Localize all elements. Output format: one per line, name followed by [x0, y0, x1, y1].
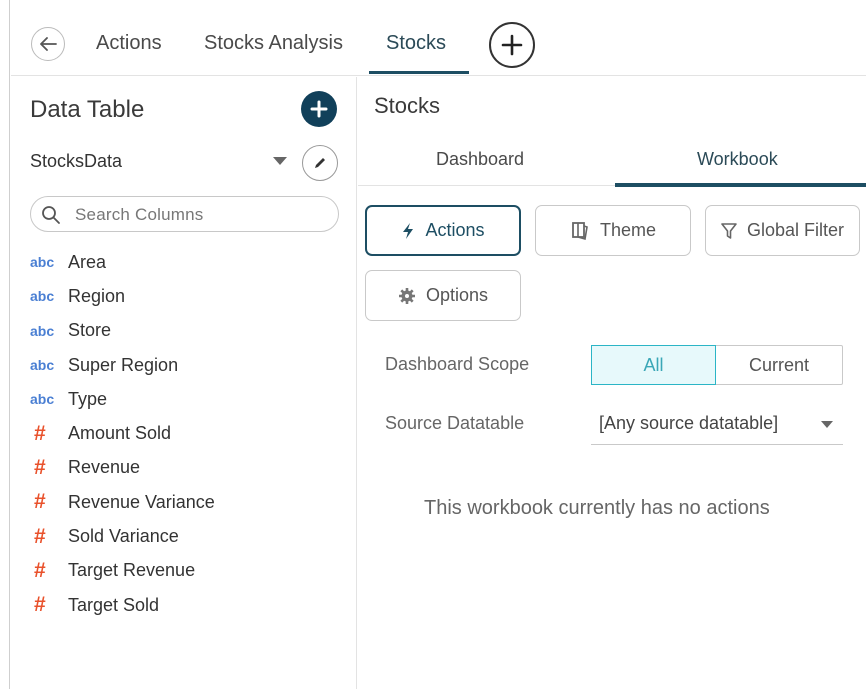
arrow-left-icon — [40, 37, 57, 51]
text-type-icon: abc — [30, 391, 55, 408]
list-item[interactable]: abc Region — [30, 279, 215, 313]
dataset-selector[interactable]: StocksData — [30, 151, 122, 172]
text-type-icon: abc — [30, 254, 55, 271]
list-item[interactable]: abc Store — [30, 314, 215, 348]
tab-dashboard[interactable]: Dashboard — [436, 149, 524, 170]
lightning-icon — [403, 222, 414, 239]
active-tab-indicator — [369, 71, 469, 74]
global-filter-button-label: Global Filter — [746, 220, 845, 240]
tab-stocks[interactable]: Stocks — [386, 32, 446, 55]
column-label: Sold Variance — [68, 526, 179, 547]
number-type-icon: # — [34, 455, 46, 479]
source-datatable-label: Source Datatable — [385, 413, 525, 433]
column-label: Revenue Variance — [68, 491, 215, 512]
window-left-strip — [0, 0, 10, 689]
tab-workbook[interactable]: Workbook — [697, 149, 778, 170]
add-tab-button[interactable] — [489, 22, 535, 68]
theme-button-label: Theme — [599, 220, 657, 240]
list-item[interactable]: abc Type — [30, 382, 215, 416]
number-type-icon: # — [34, 524, 46, 548]
page-title: Stocks — [374, 93, 441, 118]
tab-stocks-analysis[interactable]: Stocks Analysis — [204, 32, 343, 55]
list-item[interactable]: # Target Revenue — [30, 554, 215, 588]
workbook-settings-panel: Stocks Dashboard Workbook Actions Theme … — [358, 77, 866, 689]
add-data-table-button[interactable] — [301, 91, 337, 127]
column-label: Area — [68, 251, 107, 272]
pencil-icon — [315, 158, 325, 168]
global-filter-button[interactable]: Global Filter — [705, 205, 860, 256]
search-columns-input[interactable]: Search Columns — [30, 196, 339, 232]
window-top-strip — [0, 0, 866, 14]
top-tab-bar: Actions Stocks Analysis Stocks — [11, 14, 866, 76]
chevron-down-icon — [821, 421, 833, 428]
column-label: Amount Sold — [68, 423, 172, 444]
text-type-icon: abc — [30, 357, 55, 374]
number-type-icon: # — [34, 593, 46, 617]
column-list: abc Area abc Region abc Store abc Super Regi… — [30, 245, 215, 622]
source-datatable-select[interactable]: [Any source datatable] — [591, 407, 843, 445]
panel-title: Data Table — [30, 96, 145, 123]
plus-icon — [310, 100, 328, 118]
column-label: Revenue — [68, 457, 141, 478]
chevron-down-icon[interactable] — [273, 157, 287, 165]
data-table-panel: Data Table StocksData Search Columns abc… — [11, 77, 357, 689]
options-button[interactable]: Options — [365, 270, 521, 321]
scope-current-option[interactable]: Current — [716, 346, 842, 384]
list-item[interactable]: # Amount Sold — [30, 416, 215, 450]
search-icon — [41, 205, 61, 225]
edit-dataset-button[interactable] — [302, 145, 338, 181]
theme-icon — [572, 221, 588, 240]
dashboard-scope-toggle: All Current — [591, 345, 843, 385]
list-item[interactable]: abc Super Region — [30, 348, 215, 382]
tab-actions[interactable]: Actions — [96, 32, 162, 55]
filter-icon — [721, 222, 737, 239]
dashboard-scope-label: Dashboard Scope — [385, 354, 530, 374]
number-type-icon: # — [34, 490, 46, 514]
scope-all-option[interactable]: All — [591, 345, 716, 385]
back-button[interactable] — [31, 27, 65, 61]
column-label: Target Sold — [68, 594, 160, 615]
list-item[interactable]: abc Area — [30, 245, 215, 279]
active-subtab-indicator — [615, 183, 866, 187]
column-label: Type — [68, 388, 108, 409]
text-type-icon: abc — [30, 288, 55, 305]
list-item[interactable]: # Revenue Variance — [30, 485, 215, 519]
plus-icon — [501, 34, 523, 56]
actions-button-label: Actions — [425, 220, 485, 240]
column-label: Store — [68, 320, 112, 341]
number-type-icon: # — [34, 558, 46, 582]
number-type-icon: # — [34, 421, 46, 445]
actions-button[interactable]: Actions — [365, 205, 521, 256]
theme-button[interactable]: Theme — [535, 205, 691, 256]
column-label: Target Revenue — [68, 560, 196, 581]
list-item[interactable]: # Sold Variance — [30, 519, 215, 553]
list-item[interactable]: # Revenue — [30, 451, 215, 485]
list-item[interactable]: # Target Sold — [30, 588, 215, 622]
column-label: Region — [68, 285, 126, 306]
options-button-label: Options — [425, 285, 489, 305]
empty-state-message: This workbook currently has no actions — [424, 497, 770, 519]
column-label: Super Region — [68, 354, 179, 375]
source-datatable-value: [Any source datatable] — [599, 413, 779, 433]
search-placeholder: Search Columns — [75, 205, 204, 224]
gear-icon — [398, 287, 415, 304]
text-type-icon: abc — [30, 322, 55, 339]
